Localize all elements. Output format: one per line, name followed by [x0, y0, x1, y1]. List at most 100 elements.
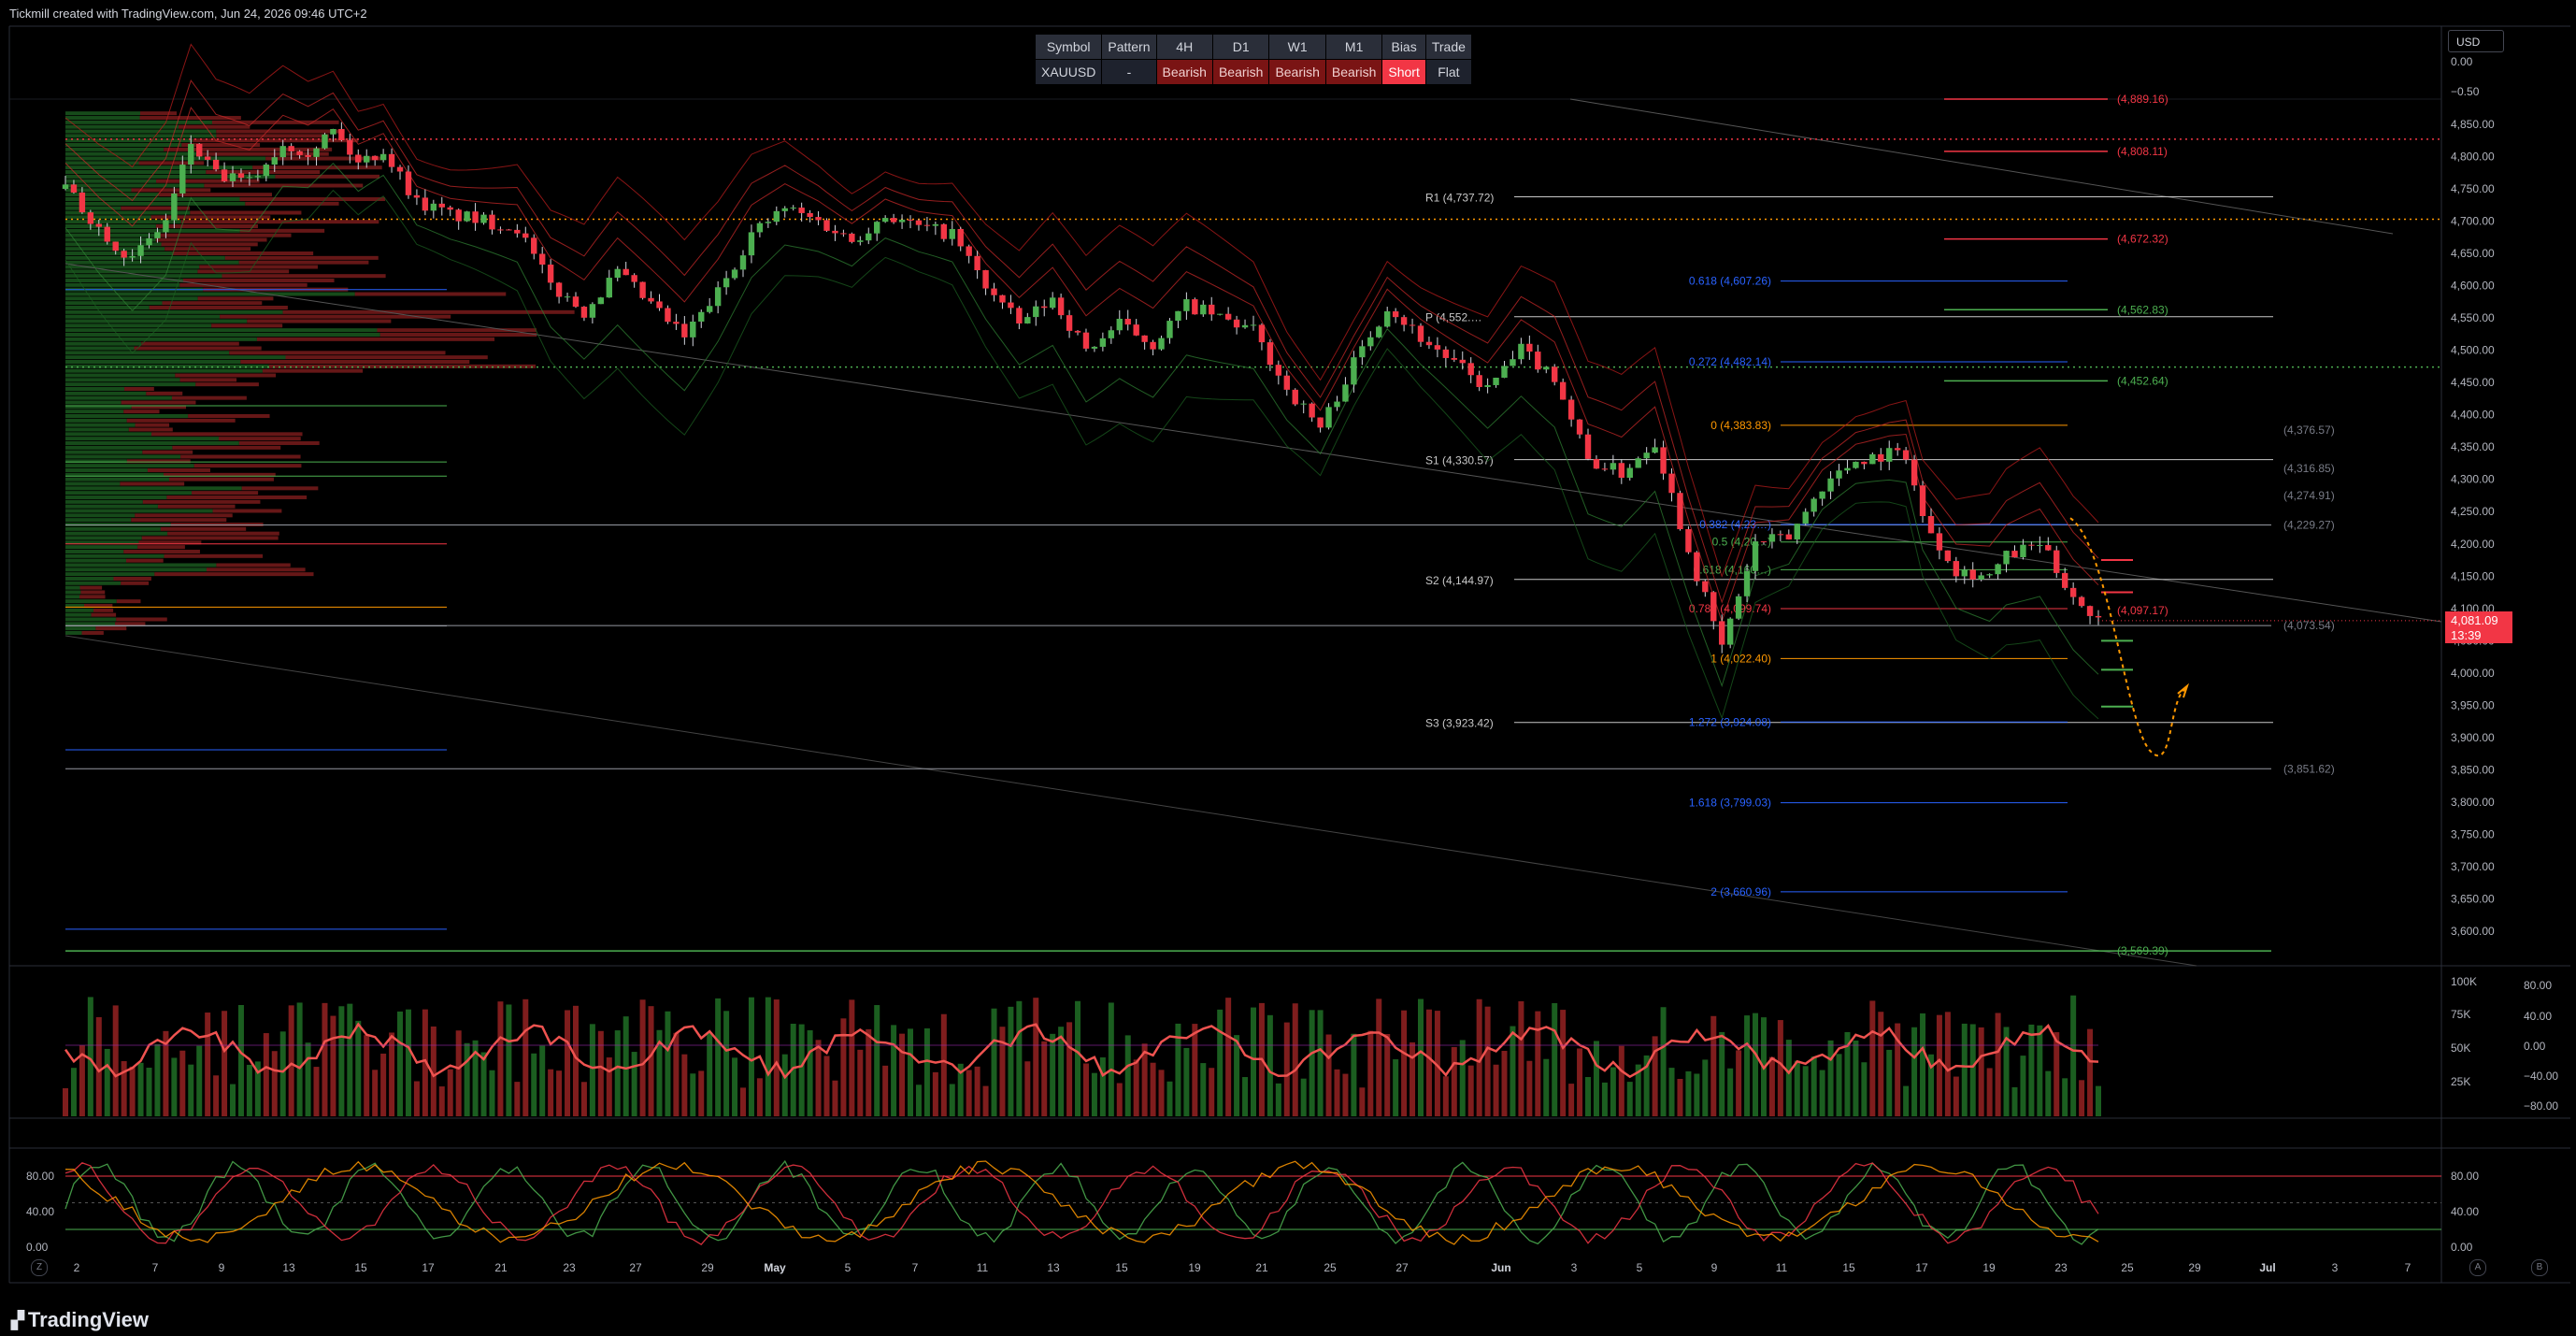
candle-body	[1618, 463, 1625, 479]
volume-bar	[1484, 1006, 1491, 1116]
candle-body	[1133, 324, 1139, 336]
profile-bar-bear	[162, 301, 263, 306]
profile-bar-bull	[65, 237, 156, 242]
time-tick-label: 15	[354, 1261, 367, 1274]
candle-body	[714, 287, 722, 307]
volume-bar	[1317, 1010, 1324, 1116]
bias-header-cell: W1	[1268, 34, 1326, 60]
bias-header-cell: Pattern	[1101, 34, 1157, 60]
price-tick-label: 3,800.00	[2451, 796, 2495, 809]
volume-bar	[1961, 1023, 1968, 1116]
right-level-label: (4,229.27)	[2283, 519, 2335, 532]
volume-bar	[1618, 1045, 1624, 1116]
profile-bar-bear	[125, 558, 164, 563]
profile-bar-bull	[65, 116, 140, 121]
candle-body	[1066, 315, 1073, 331]
profile-bar-bull	[65, 509, 213, 513]
log-scale-button[interactable]: B	[2531, 1259, 2548, 1276]
stoch-line	[64, 1162, 2099, 1245]
profile-bar-bull	[65, 255, 225, 260]
stoch-tick-label-right: 0.00	[2451, 1241, 2473, 1254]
volume-bar	[572, 1005, 579, 1116]
price-axis[interactable]: 4,850.00 4,800.00 4,750.00 4,700.00 4,650.00…	[2451, 55, 2495, 938]
volume-bar	[832, 1080, 838, 1116]
volume-bar	[2087, 1028, 2094, 1116]
volume-bar	[146, 1068, 152, 1116]
band-line	[64, 189, 2099, 720]
volume-bar	[1903, 1085, 1910, 1116]
bias-header-cell: D1	[1211, 34, 1270, 60]
candle-body	[706, 306, 713, 312]
profile-bar-bear	[285, 355, 488, 360]
candle-body	[748, 232, 755, 256]
profile-bar-bear	[137, 545, 185, 550]
volume-bar	[1753, 1013, 1759, 1116]
volume-bar	[1008, 1006, 1014, 1116]
volume-bar	[1853, 1040, 1859, 1116]
profile-bar-bull	[65, 228, 240, 233]
time-tick-label: 9	[1711, 1261, 1718, 1274]
candle-body	[1501, 366, 1508, 379]
chart-canvas[interactable]: R1 (4,737.72)P (4,552.…S1 (4,330.57)S2 (…	[0, 0, 2576, 1336]
profile-bar-bear	[91, 612, 117, 617]
candle-body	[2061, 572, 2068, 588]
bias-header-cell: Bias	[1381, 34, 1426, 60]
volume-bar	[1920, 1013, 1926, 1116]
candle-body	[1283, 375, 1290, 390]
price-tick-label: 4,400.00	[2451, 409, 2495, 422]
fib-label: 1.272 (3,924.08)	[1689, 715, 1771, 728]
profile-bar-bear	[197, 269, 290, 274]
volume-bar	[271, 1051, 278, 1116]
time-tick-label: 11	[977, 1261, 989, 1274]
time-tick-label: 9	[219, 1261, 225, 1274]
price-tick-label: 3,700.00	[2451, 860, 2495, 873]
candle-body	[881, 218, 889, 223]
profile-bar-bear	[116, 617, 167, 622]
candle-body	[254, 176, 262, 178]
price-tick-label: 3,900.00	[2451, 731, 2495, 744]
profile-bar-bull	[65, 567, 207, 572]
candle-body	[514, 229, 521, 234]
volume-bar	[438, 1086, 445, 1116]
profile-bar-bull	[65, 454, 181, 459]
candle-body	[639, 281, 646, 298]
candle-body	[338, 128, 345, 141]
volume-bar	[112, 1005, 119, 1116]
profile-bar-bull	[65, 437, 219, 441]
currency-button[interactable]: USD	[2448, 30, 2504, 52]
candle-body	[1535, 352, 1541, 370]
volume-bar	[1861, 1062, 1868, 1116]
volume-bar	[1467, 1065, 1474, 1116]
volume-bar	[1066, 1022, 1073, 1116]
volume-bar	[949, 1084, 955, 1116]
volume-bar	[296, 1002, 303, 1116]
candle-body	[1593, 458, 1600, 469]
candle-body	[1376, 326, 1382, 338]
candle-body	[1635, 458, 1641, 468]
volume-bar	[1568, 1084, 1575, 1116]
profile-bar-bull	[65, 197, 240, 202]
time-axis[interactable]: 2 7 9 13 15 17 21 23 27 29 May 5 7 11 13 15 19 21 25 27 Jun 3…	[74, 1261, 2411, 1274]
volume-bar	[1978, 1027, 1984, 1116]
volume-bar	[1560, 1010, 1567, 1116]
candle-body	[2003, 551, 2010, 565]
volume-bar	[1325, 1034, 1332, 1116]
bias-table-row: XAUUSD - Bearish Bearish Bearish Bearish…	[1034, 59, 1472, 85]
profile-bar-bull	[65, 617, 117, 622]
profile-bar-bear	[124, 386, 154, 391]
profile-bar-bear	[172, 251, 314, 256]
volume-bar	[364, 1035, 370, 1116]
volume-bar	[1342, 1073, 1349, 1116]
auto-scale-button[interactable]: A	[2469, 1259, 2486, 1276]
auto-scale-toggle[interactable]: Z	[31, 1259, 48, 1276]
volume-bar	[1376, 998, 1382, 1116]
volume-bar	[1442, 1076, 1449, 1116]
time-tick-label: 29	[701, 1261, 714, 1274]
candle-body	[522, 233, 529, 238]
profile-bar-bull	[65, 129, 217, 134]
price-tick-label: −0.50	[2451, 85, 2480, 98]
candle-body	[1124, 318, 1131, 325]
volume-bar	[1552, 1002, 1558, 1116]
volume-bar	[1493, 1064, 1499, 1116]
volume-bar	[748, 997, 754, 1116]
